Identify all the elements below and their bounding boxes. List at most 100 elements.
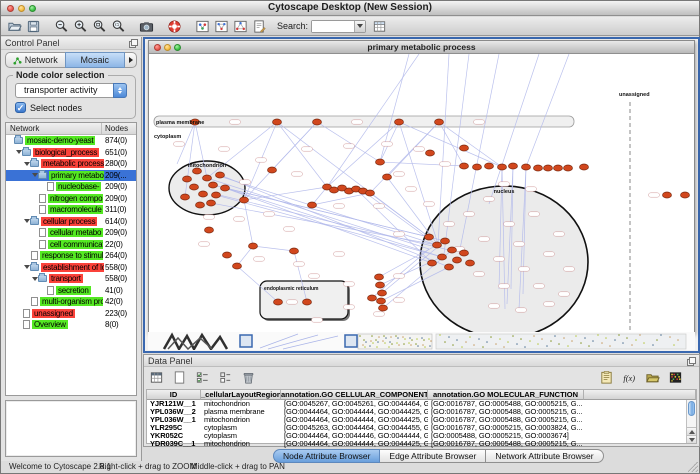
graph-edge[interactable] <box>213 185 445 241</box>
graph-edge[interactable] <box>526 54 569 167</box>
birds-eye-view[interactable] <box>5 400 137 457</box>
scrollbar-thumb[interactable] <box>688 401 695 416</box>
graph-node[interactable] <box>368 295 377 301</box>
graph-node[interactable] <box>580 164 589 170</box>
graph-node[interactable] <box>203 175 212 181</box>
graph-edge[interactable] <box>244 200 253 246</box>
graph-node[interactable] <box>190 184 199 190</box>
graph-node[interactable] <box>223 252 232 258</box>
close-window-button[interactable] <box>7 5 14 12</box>
graph-edge[interactable] <box>207 122 277 178</box>
graph-node[interactable] <box>303 299 312 305</box>
layout-a-icon[interactable] <box>212 18 231 35</box>
float-panel-icon[interactable] <box>129 39 138 48</box>
graph-edge[interactable] <box>439 122 502 167</box>
search-text-field[interactable] <box>312 21 354 32</box>
expander-triangle-icon[interactable] <box>23 219 30 223</box>
graph-edge[interactable] <box>380 162 464 166</box>
zoom-window-button[interactable] <box>29 5 36 12</box>
graph-node[interactable] <box>181 194 190 200</box>
tree-row-transport[interactable]: transport558(0) <box>6 273 136 285</box>
graph-node[interactable] <box>212 192 221 198</box>
minimize-window-button[interactable] <box>18 5 25 12</box>
graph-node[interactable] <box>249 243 258 249</box>
graph-node[interactable] <box>207 200 216 206</box>
zoom-selected-icon[interactable] <box>90 18 109 35</box>
tree-row-overview[interactable]: Overview8(0) <box>6 319 136 331</box>
graph-node[interactable] <box>426 150 435 156</box>
column-header-annotation-go-cellular-component[interactable]: annotation.GO CELLULAR_COMPONENT <box>281 390 428 400</box>
tree-row-establishment-of-lo[interactable]: establishment of lo558(0) <box>6 262 136 274</box>
tree-row-unassigned[interactable]: unassigned223(0) <box>6 308 136 320</box>
graph-node[interactable] <box>435 119 444 125</box>
graph-edge[interactable] <box>370 193 429 237</box>
table-row-YPL036W__1[interactable]: YPL036W__1mitochondrion[GO:0044464, GO:0… <box>147 416 696 424</box>
tree-row-secretion[interactable]: secretion41(0) <box>6 285 136 297</box>
select-nodes-checkbox[interactable]: ✓ <box>15 102 26 113</box>
graph-node[interactable] <box>522 164 531 170</box>
zoom-out-icon[interactable] <box>52 18 71 35</box>
table-grid-icon[interactable] <box>147 369 166 386</box>
graph-node[interactable] <box>221 185 230 191</box>
tab-overflow-arrow-icon[interactable] <box>125 52 137 68</box>
annotation-icon[interactable] <box>250 18 269 35</box>
graph-node[interactable] <box>445 264 454 270</box>
save-icon[interactable] <box>24 18 43 35</box>
graph-node[interactable] <box>681 192 690 198</box>
graph-edge[interactable] <box>489 54 539 204</box>
graph-node[interactable] <box>564 165 573 171</box>
graph-node[interactable] <box>460 163 469 169</box>
attribute-list-icon[interactable] <box>216 369 235 386</box>
float-data-panel-icon[interactable] <box>687 357 696 366</box>
scroll-up-icon[interactable] <box>687 427 696 435</box>
graph-edge[interactable] <box>356 189 432 263</box>
window-titlebar[interactable]: Cytoscape Desktop (New Session) <box>1 1 699 16</box>
node-color-dropdown[interactable]: transporter activity <box>15 83 127 98</box>
graph-node[interactable] <box>313 119 322 125</box>
tree-row-cell-communicat[interactable]: cell communicat22(0) <box>6 239 136 251</box>
network-canvas[interactable]: plasma membranecytoplasmmitochondrionnuc… <box>149 54 694 332</box>
graph-node[interactable] <box>378 290 387 296</box>
graph-node[interactable] <box>460 250 469 256</box>
search-dropdown-arrow-icon[interactable] <box>354 21 365 32</box>
graph-node[interactable] <box>196 202 205 208</box>
graph-node[interactable] <box>273 119 282 125</box>
expander-triangle-icon[interactable] <box>23 162 30 166</box>
graph-node[interactable] <box>376 159 385 165</box>
vizmapper-icon[interactable] <box>193 18 212 35</box>
graph-edge[interactable] <box>399 122 438 244</box>
tree-row-mosaic-demo-yeast[interactable]: mosaic-demo-yeast874(0) <box>6 135 136 147</box>
tree-row-metabolic-process[interactable]: metabolic process280(0) <box>6 158 136 170</box>
tab-mosaic[interactable]: Mosaic <box>65 52 126 68</box>
graph-node[interactable] <box>433 242 442 248</box>
graph-node[interactable] <box>274 299 283 305</box>
graph-node[interactable] <box>199 191 208 197</box>
open-file-icon[interactable] <box>5 18 24 35</box>
graph-node[interactable] <box>240 197 249 203</box>
attribute-checklist-icon[interactable] <box>193 369 212 386</box>
graph-node[interactable] <box>209 182 218 188</box>
graph-node[interactable] <box>330 187 339 193</box>
table-row-YLR295C[interactable]: YLR295Ccytoplasm[GO:0045263, GO:0044464,… <box>147 424 696 432</box>
zoom-in-icon[interactable] <box>71 18 90 35</box>
graph-node[interactable] <box>453 257 462 263</box>
notepad-icon[interactable] <box>597 369 616 386</box>
network-zoom-button[interactable] <box>174 44 181 51</box>
graph-edge[interactable] <box>253 246 294 251</box>
graph-node[interactable] <box>498 164 507 170</box>
graph-node[interactable] <box>268 167 277 173</box>
tree-row-macromolecule[interactable]: macromolecule311(0) <box>6 204 136 216</box>
graph-node[interactable] <box>473 164 482 170</box>
column-header--cellularlayoutregion[interactable]: _cellularLayoutRegion <box>201 390 281 400</box>
tree-row-cellular-process[interactable]: cellular process614(0) <box>6 216 136 228</box>
layout-b-icon[interactable] <box>231 18 250 35</box>
expander-triangle-icon[interactable] <box>15 150 22 154</box>
graph-node[interactable] <box>308 202 317 208</box>
graph-node[interactable] <box>290 248 299 254</box>
expander-triangle-icon[interactable] <box>31 277 38 281</box>
tree-header-network[interactable]: Network <box>6 123 102 134</box>
network-close-button[interactable] <box>154 44 161 51</box>
expander-triangle-icon[interactable] <box>31 173 38 177</box>
graph-node[interactable] <box>377 298 386 304</box>
graph-node[interactable] <box>466 260 475 266</box>
